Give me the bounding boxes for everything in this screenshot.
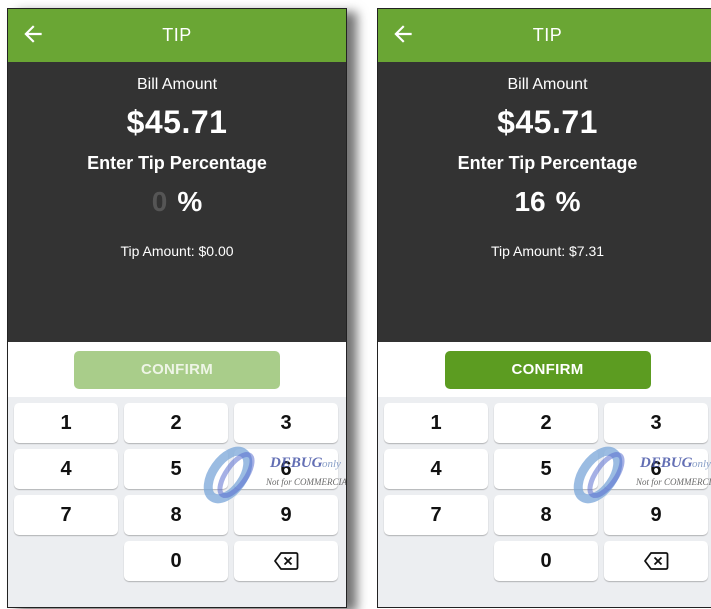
key-1[interactable]: 1 <box>14 403 118 443</box>
back-arrow-icon[interactable] <box>390 21 416 47</box>
backspace-key[interactable] <box>234 541 338 581</box>
back-arrow-icon[interactable] <box>20 21 46 47</box>
backspace-icon <box>274 552 299 570</box>
numeric-keypad: 1 2 3 4 5 6 7 8 9 0 DEBUG only Not for C… <box>8 397 346 587</box>
bill-amount-value: $45.71 <box>126 104 228 140</box>
key-6[interactable]: 6 <box>604 449 708 489</box>
tip-screen-initial: TIP Bill Amount $45.71 Enter Tip Percent… <box>7 8 347 608</box>
tip-percentage-label: Enter Tip Percentage <box>457 153 638 173</box>
key-0[interactable]: 0 <box>494 541 598 581</box>
backspace-icon <box>644 552 669 570</box>
confirm-area: CONFIRM <box>378 342 711 397</box>
key-4[interactable]: 4 <box>384 449 488 489</box>
confirm-area: CONFIRM <box>8 342 346 397</box>
page-title: TIP <box>162 25 192 45</box>
key-8[interactable]: 8 <box>124 495 228 535</box>
page-title: TIP <box>532 25 563 45</box>
key-6[interactable]: 6 <box>234 449 338 489</box>
tip-panel: Bill Amount $45.71 Enter Tip Percentage … <box>378 62 711 342</box>
bill-amount-value: $45.71 <box>497 104 598 140</box>
key-3[interactable]: 3 <box>604 403 708 443</box>
key-5[interactable]: 5 <box>124 449 228 489</box>
confirm-button[interactable]: CONFIRM <box>74 350 280 389</box>
numeric-keypad: 1 2 3 4 5 6 7 8 9 0 DEBUG only Not for C… <box>378 397 711 587</box>
bill-amount-label: Bill Amount <box>136 76 218 93</box>
key-7[interactable]: 7 <box>14 495 118 535</box>
key-8[interactable]: 8 <box>494 495 598 535</box>
tip-panel: Bill Amount $45.71 Enter Tip Percentage … <box>8 62 346 342</box>
key-blank <box>384 541 488 581</box>
app-bar: TIP <box>8 9 346 62</box>
percent-symbol: % <box>555 186 581 217</box>
key-7[interactable]: 7 <box>384 495 488 535</box>
tip-percentage-label: Enter Tip Percentage <box>87 153 267 173</box>
key-9[interactable]: 9 <box>234 495 338 535</box>
tip-amount-text: Tip Amount: $7.31 <box>490 243 605 259</box>
tip-percentage-value: 16 <box>514 186 546 217</box>
key-0[interactable]: 0 <box>124 541 228 581</box>
tip-percentage-value: 0 <box>151 186 168 217</box>
key-blank <box>14 541 118 581</box>
app-bar: TIP <box>378 9 711 62</box>
key-2[interactable]: 2 <box>494 403 598 443</box>
key-3[interactable]: 3 <box>234 403 338 443</box>
key-4[interactable]: 4 <box>14 449 118 489</box>
key-2[interactable]: 2 <box>124 403 228 443</box>
tip-amount-text: Tip Amount: $0.00 <box>120 243 234 259</box>
key-5[interactable]: 5 <box>494 449 598 489</box>
key-9[interactable]: 9 <box>604 495 708 535</box>
backspace-key[interactable] <box>604 541 708 581</box>
key-1[interactable]: 1 <box>384 403 488 443</box>
percent-symbol: % <box>177 186 203 217</box>
tip-percentage-field[interactable]: 16 % <box>514 186 580 218</box>
tip-percentage-field[interactable]: 0 % <box>152 186 202 218</box>
confirm-button[interactable]: CONFIRM <box>444 350 651 389</box>
bill-amount-label: Bill Amount <box>507 76 588 93</box>
tip-screen-entered: TIP Bill Amount $45.71 Enter Tip Percent… <box>377 8 711 608</box>
